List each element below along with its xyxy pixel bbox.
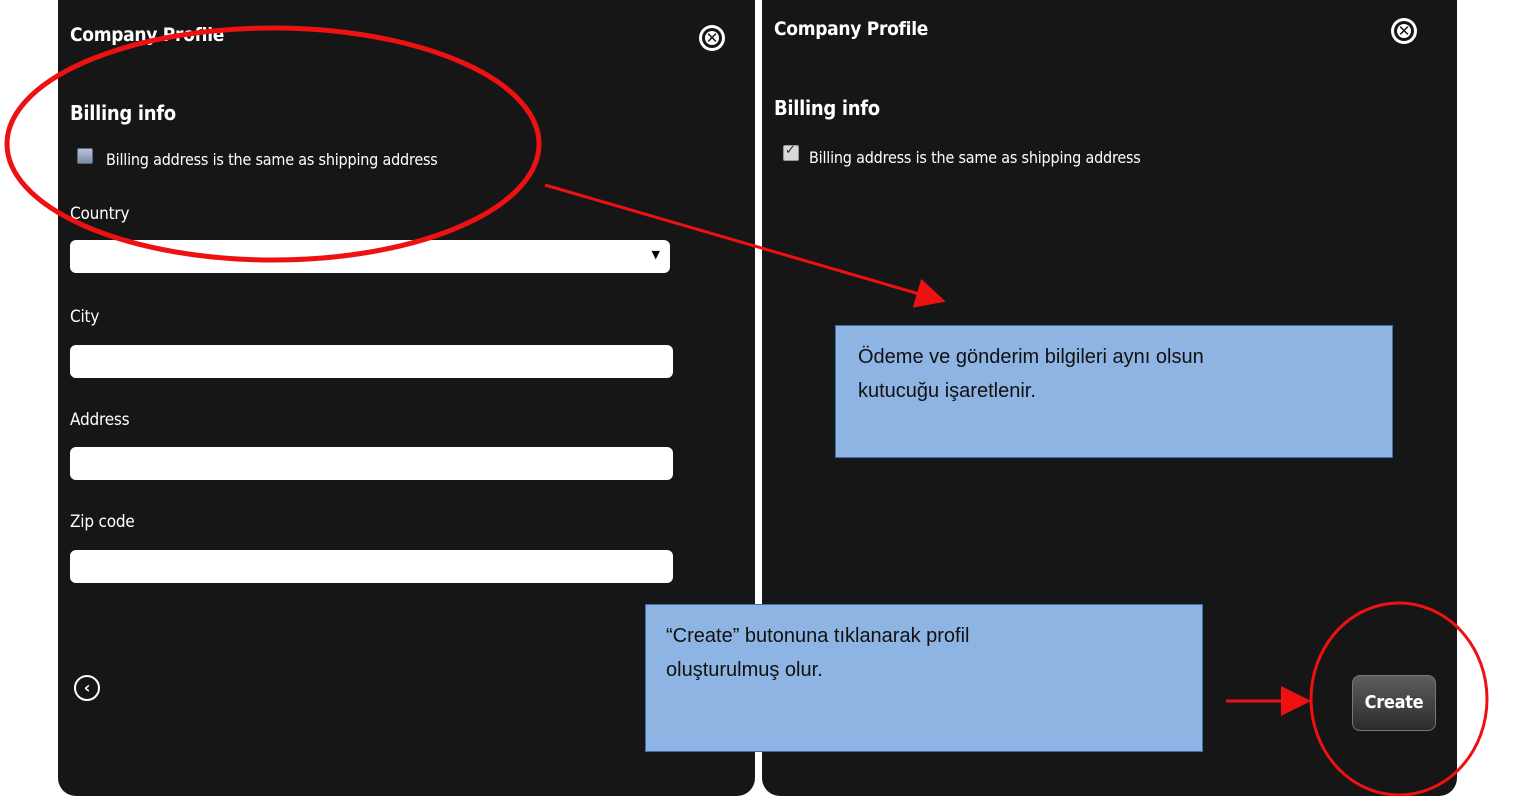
billing-same-as-shipping-checkbox[interactable]	[77, 148, 93, 164]
section-heading-billing: Billing info	[774, 96, 880, 120]
close-icon[interactable]: ✕	[699, 25, 725, 51]
dialog-title: Company Profile	[774, 18, 929, 40]
dialog-title: Company Profile	[70, 24, 225, 46]
callout-checkbox-note: Ödeme ve gönderim bilgileri aynı olsun k…	[835, 325, 1393, 458]
zip-code-label: Zip code	[70, 512, 135, 532]
callout-text-line: Ödeme ve gönderim bilgileri aynı olsun	[858, 346, 1204, 368]
city-input[interactable]	[70, 345, 673, 378]
country-select[interactable]: ▼	[70, 240, 670, 273]
create-button[interactable]: Create	[1352, 675, 1436, 731]
callout-text-line: “Create” butonuna tıklanarak profil	[666, 625, 970, 647]
billing-same-as-shipping-checkbox[interactable]: ✓	[783, 143, 799, 161]
callout-text-line: kutucuğu işaretlenir.	[858, 380, 1036, 402]
close-icon[interactable]: ✕	[1391, 18, 1417, 44]
checkbox-label: Billing address is the same as shipping …	[106, 150, 438, 169]
chevron-down-icon: ▼	[651, 248, 660, 261]
callout-text-line: oluşturulmuş olur.	[666, 659, 823, 681]
back-icon[interactable]: ‹	[74, 675, 100, 701]
city-label: City	[70, 307, 100, 327]
section-heading-billing: Billing info	[70, 101, 176, 125]
zip-code-input[interactable]	[70, 550, 673, 583]
country-label: Country	[70, 204, 130, 224]
address-label: Address	[70, 410, 130, 430]
address-input[interactable]	[70, 447, 673, 480]
checkbox-label: Billing address is the same as shipping …	[809, 148, 1141, 167]
callout-create-note: “Create” butonuna tıklanarak profil oluş…	[645, 604, 1203, 752]
